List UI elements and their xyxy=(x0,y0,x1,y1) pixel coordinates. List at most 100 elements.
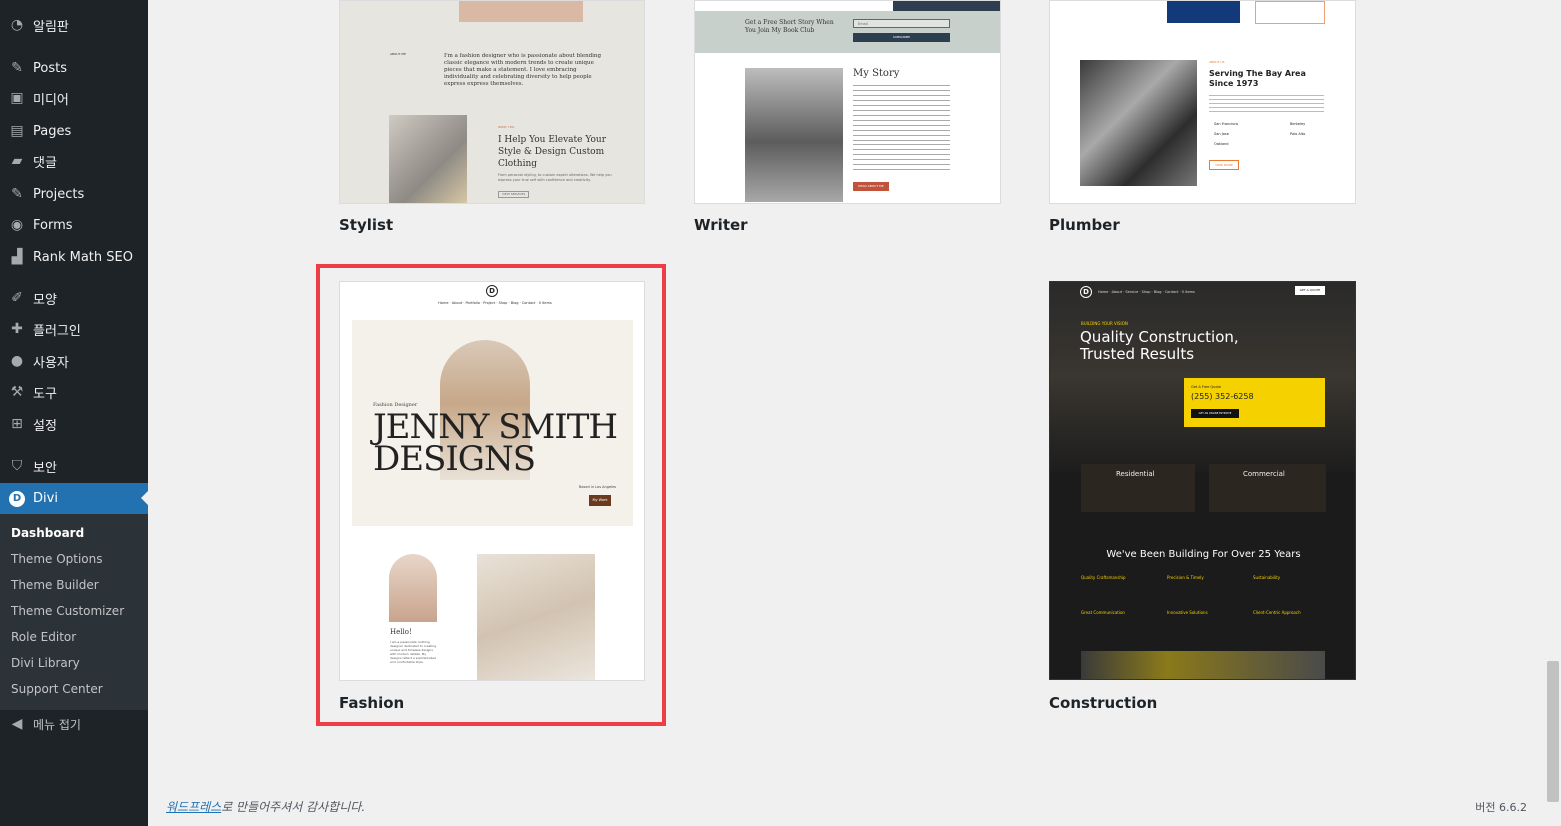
submenu-support-center[interactable]: Support Center xyxy=(11,682,103,696)
writer-email-field: Email xyxy=(853,19,950,28)
scrollbar-thumb[interactable] xyxy=(1547,661,1559,802)
fashion-work-button: My Work xyxy=(589,495,611,506)
submenu-theme-options[interactable]: Theme Options xyxy=(11,552,103,566)
pin-icon: ✎ xyxy=(11,60,23,76)
menu-item-settings[interactable]: ⊞ 설정 xyxy=(0,409,148,439)
layout-thumb-stylist[interactable]: ABOUT ME I'm a fashion designer who is p… xyxy=(339,0,645,204)
layout-label-stylist[interactable]: Stylist xyxy=(339,216,393,234)
page-scrollbar[interactable] xyxy=(1544,0,1561,826)
construction-feature-2: Precision & Timely xyxy=(1167,575,1204,580)
admin-sidebar: ◔ 알림판 ✎ Posts ▣ 미디어 ▤ Pages ▰ 댓글 ✎ Proje… xyxy=(0,0,148,826)
writer-cta-text: Get a Free Short Story When You Join My … xyxy=(745,19,834,34)
stylist-services-button: VIEW SERVICES xyxy=(498,191,530,198)
footer-thanks: 워드프레스로 만들어주셔서 감사합니다. xyxy=(166,798,365,815)
layout-label-construction[interactable]: Construction xyxy=(1049,694,1157,712)
menu-item-dashboard[interactable]: ◔ 알림판 xyxy=(0,10,148,40)
layout-label-plumber[interactable]: Plumber xyxy=(1049,216,1120,234)
construction-feature-4: Great Communication xyxy=(1081,610,1125,615)
construction-hero xyxy=(1050,282,1355,472)
writer-story-title: My Story xyxy=(853,68,900,79)
menu-item-users[interactable]: ● 사용자 xyxy=(0,346,148,376)
comment-icon: ▰ xyxy=(11,153,23,169)
writer-photo xyxy=(745,68,843,202)
shield-icon: ⛉ xyxy=(11,458,23,474)
construction-bottom-photo xyxy=(1081,651,1325,679)
construction-headline-1: Quality Construction, xyxy=(1080,328,1239,346)
menu-item-divi[interactable]: D Divi xyxy=(0,483,148,514)
fashion-title-1: JENNY SMITH xyxy=(373,407,618,447)
writer-story-text xyxy=(853,85,950,145)
stylist-heading: I Help You Elevate Your Style & Design C… xyxy=(498,135,607,169)
fashion-title-2: DESIGNS xyxy=(373,439,536,479)
construction-estimate-button: GET AN ONLINE ESTIMATE xyxy=(1191,409,1239,418)
menu-item-media[interactable]: ▣ 미디어 xyxy=(0,83,148,113)
writer-subscribe-button: SUBSCRIBE xyxy=(853,33,950,42)
construction-nav: Home · About · Service · Shop · Blog · C… xyxy=(1098,290,1195,294)
user-icon: ● xyxy=(10,353,24,369)
fashion-nav: Home · About · Portfolio · Project · Sho… xyxy=(438,301,552,305)
collapse-menu-button[interactable]: ◀ 메뉴 접기 xyxy=(0,709,148,739)
wrench-icon: ⚒ xyxy=(10,384,24,400)
plumber-photo xyxy=(1080,60,1197,186)
plumber-body-text xyxy=(1209,95,1324,115)
construction-feature-6: Client-Centric Approach xyxy=(1253,610,1301,615)
plumber-top-block xyxy=(1167,1,1240,23)
plumber-tag: ABOUT US xyxy=(1209,60,1225,64)
menu-item-forms[interactable]: ◉ Forms xyxy=(0,210,148,240)
submenu-theme-builder[interactable]: Theme Builder xyxy=(11,578,99,592)
construction-feature-1: Quality Craftsmanship xyxy=(1081,575,1126,580)
settings-icon: ⊞ xyxy=(11,416,23,432)
menu-item-projects[interactable]: ✎ Projects xyxy=(0,179,148,209)
menu-item-plugins[interactable]: ✚ 플러그인 xyxy=(0,314,148,344)
layout-label-writer[interactable]: Writer xyxy=(694,216,748,234)
fashion-location: Based in Los Angeles xyxy=(579,485,617,489)
construction-col2: Commercial xyxy=(1243,470,1285,478)
construction-quote-nav-button: GET A QUOTE xyxy=(1295,286,1325,295)
plugin-icon: ✚ xyxy=(11,321,23,337)
menu-item-posts[interactable]: ✎ Posts xyxy=(0,53,148,83)
plumber-heading: Serving The Bay Area Since 1973 xyxy=(1209,69,1306,88)
plumber-location-4: Palo Alto xyxy=(1290,132,1306,136)
menu-item-appearance[interactable]: ✐ 모양 xyxy=(0,283,148,313)
menu-item-comments[interactable]: ▰ 댓글 xyxy=(0,146,148,176)
wordpress-link[interactable]: 워드프레스 xyxy=(166,800,221,814)
collapse-arrow-icon: ◀ xyxy=(11,716,23,732)
writer-about-button: READ ABOUT ME xyxy=(853,182,889,191)
plumber-location-3: San Jose xyxy=(1214,132,1229,136)
dashboard-icon: ◔ xyxy=(10,17,24,33)
forms-icon: ◉ xyxy=(10,217,24,233)
menu-item-rank-math[interactable]: ▟ Rank Math SEO xyxy=(0,242,148,272)
submenu-theme-customizer[interactable]: Theme Customizer xyxy=(11,604,124,618)
stylist-tag: WHAT I DO xyxy=(498,125,515,129)
submenu-divi-library[interactable]: Divi Library xyxy=(11,656,80,670)
fashion-portrait xyxy=(389,554,437,622)
stylist-top-photo xyxy=(459,1,583,22)
plumber-location-2: Berkeley xyxy=(1290,122,1306,126)
writer-cta-band xyxy=(695,11,1000,53)
plumber-location-1: San Francisco xyxy=(1214,122,1239,126)
layout-label-fashion[interactable]: Fashion xyxy=(339,694,404,712)
construction-building-heading: We've Been Building For Over 25 Years xyxy=(1106,549,1301,560)
footer-thanks-text: 로 만들어주셔서 감사합니다. xyxy=(221,800,366,814)
page-icon: ▤ xyxy=(10,123,24,139)
construction-col1: Residential xyxy=(1116,470,1155,478)
layout-thumb-writer[interactable]: Get a Free Short Story When You Join My … xyxy=(694,0,1001,204)
construction-logo: D xyxy=(1080,286,1092,298)
menu-item-security[interactable]: ⛉ 보안 xyxy=(0,451,148,481)
stylist-about-tag: ABOUT ME xyxy=(390,52,406,56)
layout-thumb-plumber[interactable]: ABOUT US Serving The Bay Area Since 1973… xyxy=(1049,0,1356,204)
chart-icon: ▟ xyxy=(11,249,23,265)
submenu-role-editor[interactable]: Role Editor xyxy=(11,630,76,644)
construction-feature-5: Innovative Solutions xyxy=(1167,610,1208,615)
construction-tag: BUILDING YOUR VISION xyxy=(1081,321,1128,326)
media-icon: ▣ xyxy=(10,90,24,106)
submenu-dashboard[interactable]: Dashboard xyxy=(11,526,84,540)
menu-item-tools[interactable]: ⚒ 도구 xyxy=(0,377,148,407)
fashion-logo: D xyxy=(486,285,498,297)
layout-thumb-construction[interactable]: D Home · About · Service · Shop · Blog ·… xyxy=(1049,281,1356,680)
divi-submenu: Dashboard Theme Options Theme Builder Th… xyxy=(0,514,148,710)
plumber-top-box xyxy=(1255,1,1325,24)
menu-item-pages[interactable]: ▤ Pages xyxy=(0,116,148,146)
stylist-body: From personal styling, to custom expert … xyxy=(498,173,612,182)
layout-thumb-fashion[interactable]: D Home · About · Portfolio · Project · S… xyxy=(339,281,645,681)
